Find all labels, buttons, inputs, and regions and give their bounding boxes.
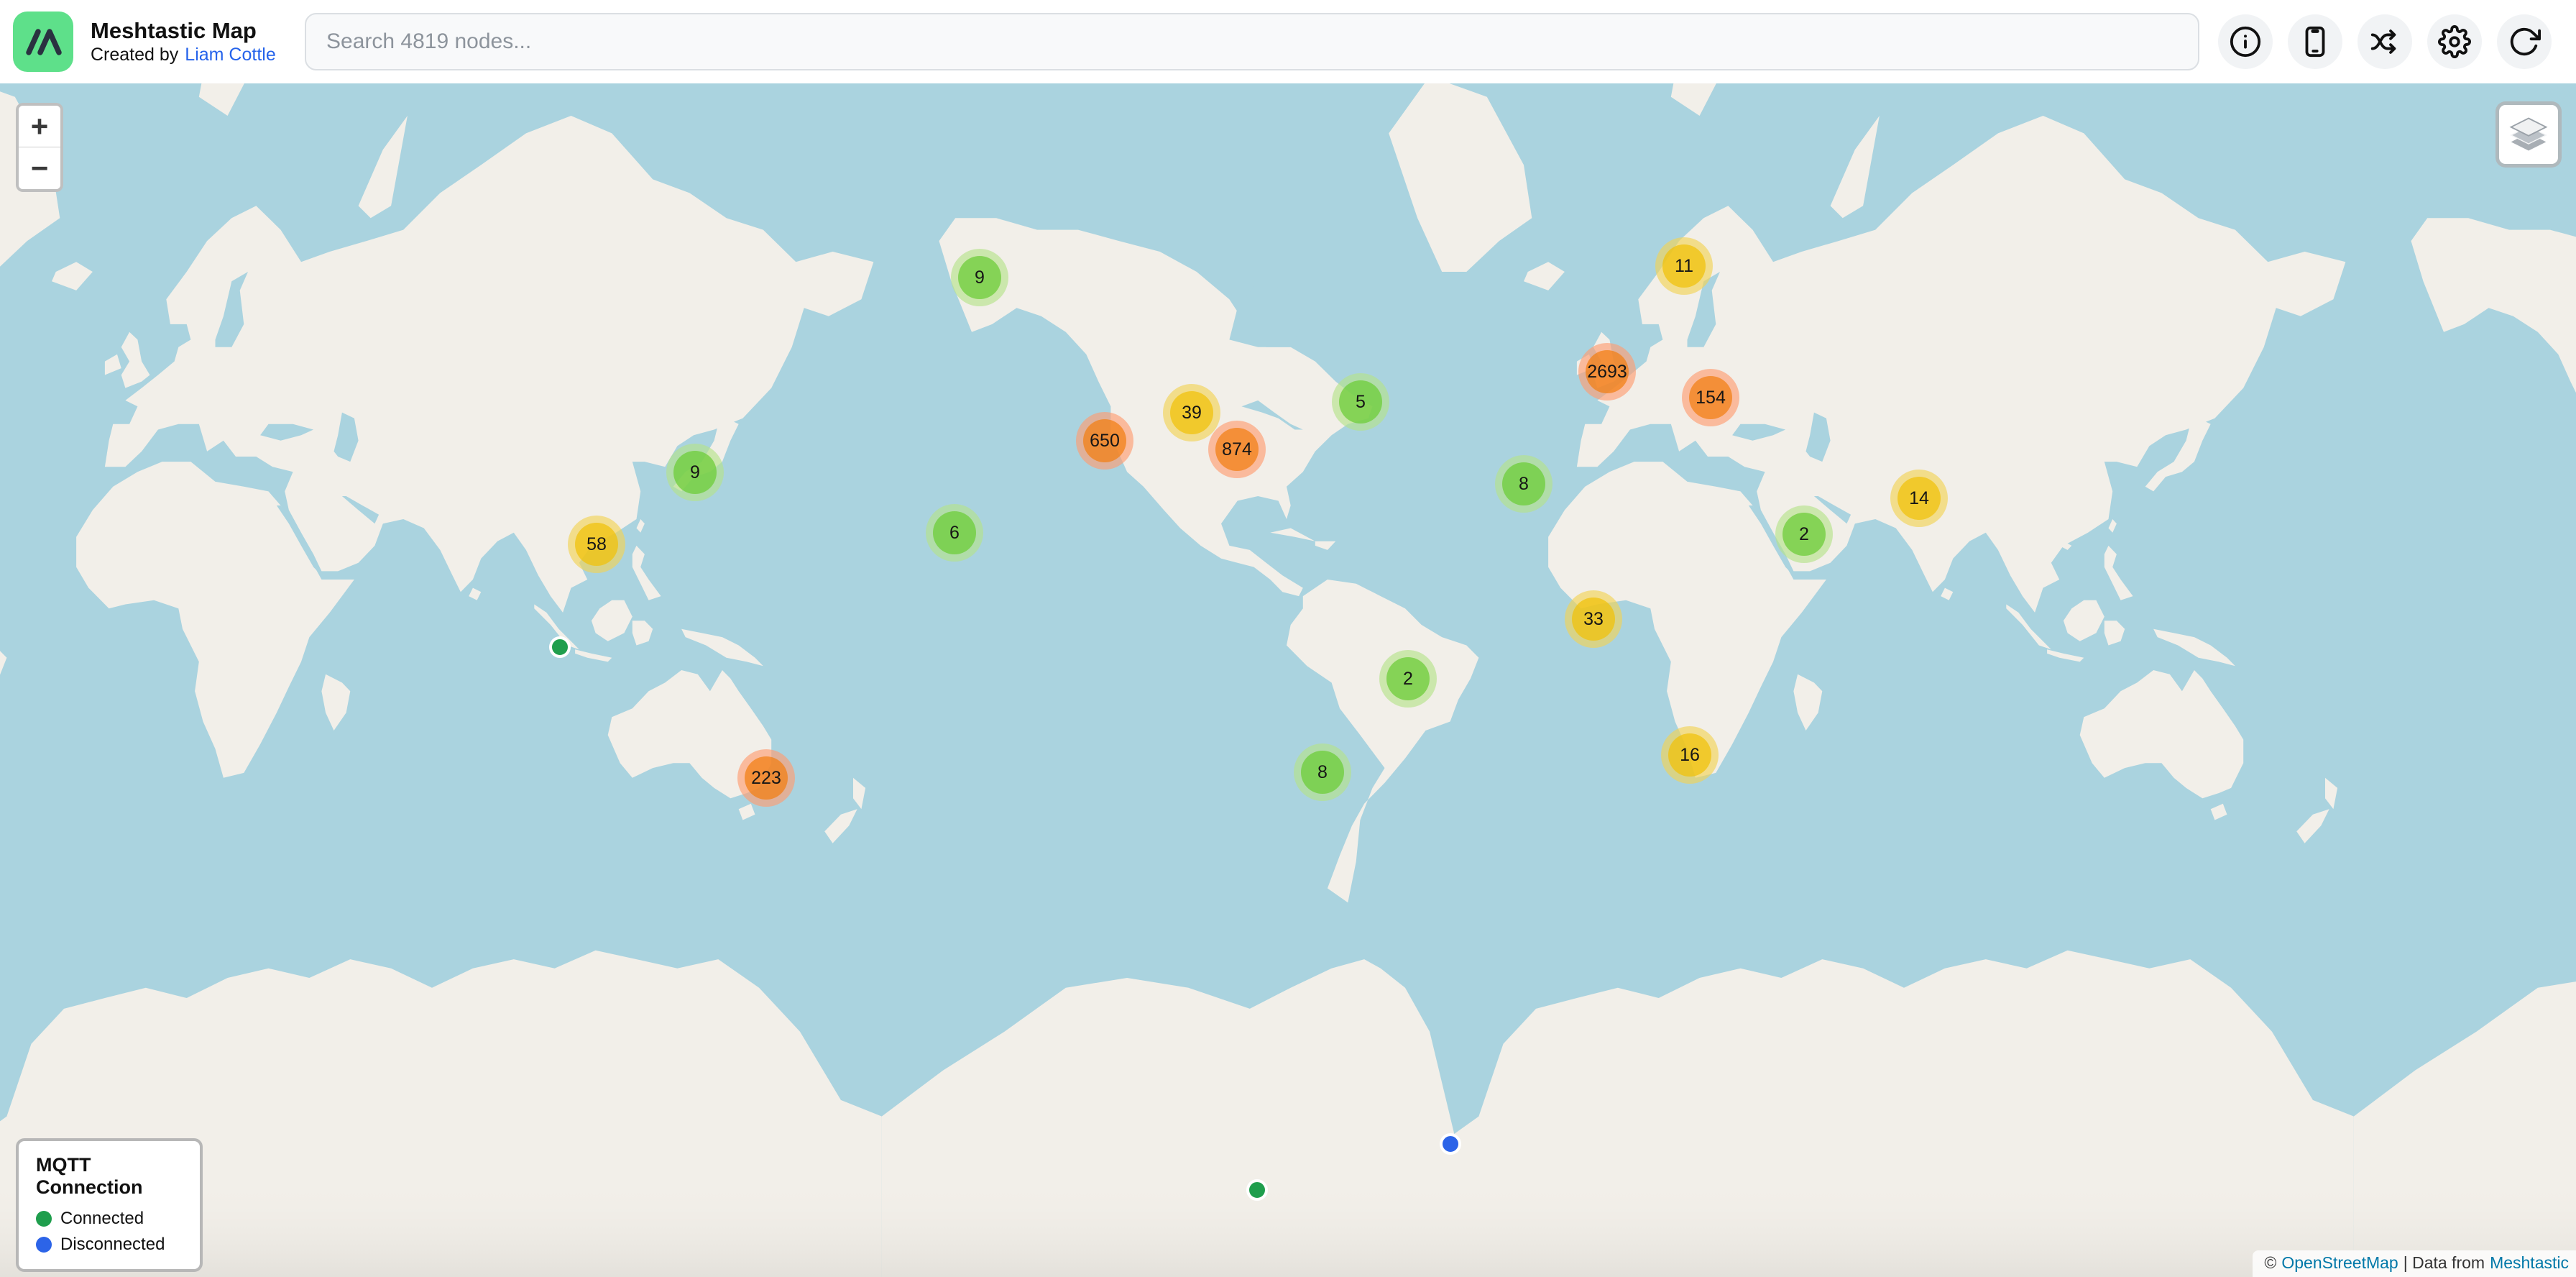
- cluster-count: 6: [949, 524, 960, 542]
- cluster-marker[interactable]: 2693: [1578, 343, 1636, 401]
- settings-button[interactable]: [2427, 14, 2482, 69]
- cluster-count: 223: [751, 769, 781, 787]
- cluster-marker[interactable]: 9: [666, 444, 724, 501]
- cluster-count: 16: [1680, 746, 1700, 764]
- cluster-marker[interactable]: 6: [926, 504, 983, 562]
- shuffle-button[interactable]: [2358, 14, 2412, 69]
- meshtastic-logo[interactable]: [13, 12, 73, 72]
- page-title: Meshtastic Map: [91, 18, 276, 44]
- cluster-inner: 6: [933, 511, 976, 554]
- disconnected-dot-icon: [36, 1237, 52, 1253]
- zoom-in-button[interactable]: +: [19, 106, 60, 147]
- device-button[interactable]: [2288, 14, 2342, 69]
- cluster-marker[interactable]: 14: [1890, 470, 1948, 527]
- cluster-marker[interactable]: 16: [1661, 726, 1719, 784]
- search-input[interactable]: [305, 13, 2199, 70]
- cluster-count: 39: [1182, 404, 1202, 422]
- cluster-inner: 5: [1339, 380, 1382, 424]
- cluster-marker[interactable]: 9: [951, 249, 1008, 306]
- cluster-marker[interactable]: 5: [1332, 373, 1389, 431]
- cluster-inner: 650: [1083, 419, 1126, 462]
- legend-label: Connected: [60, 1209, 144, 1229]
- attribution-middle: | Data from: [2404, 1253, 2485, 1273]
- cluster-count: 650: [1090, 432, 1120, 450]
- connected-dot-icon: [36, 1211, 52, 1227]
- cluster-marker[interactable]: 154: [1682, 369, 1739, 426]
- cluster-inner: 2: [1782, 513, 1826, 556]
- cluster-marker[interactable]: 58: [568, 516, 625, 573]
- node-marker-connected[interactable]: [1246, 1179, 1268, 1201]
- cluster-count: 33: [1583, 610, 1604, 628]
- copyright-symbol: ©: [2264, 1253, 2276, 1273]
- cluster-count: 874: [1222, 441, 1252, 459]
- node-marker-disconnected[interactable]: [1440, 1133, 1461, 1155]
- cluster-count: 58: [586, 536, 607, 554]
- gear-icon: [2438, 25, 2471, 58]
- cluster-count: 2: [1799, 526, 1809, 544]
- cluster-inner: 16: [1668, 733, 1711, 777]
- byline-prefix: Created by: [91, 45, 178, 65]
- cluster-inner: 58: [575, 523, 618, 566]
- legend-item-connected: Connected: [36, 1209, 190, 1229]
- cluster-inner: 9: [673, 451, 717, 494]
- zoom-out-button[interactable]: −: [19, 147, 60, 189]
- cluster-inner: 39: [1170, 391, 1213, 434]
- layers-control[interactable]: [2496, 101, 2562, 168]
- cluster-marker[interactable]: 8: [1495, 455, 1552, 513]
- node-marker-connected[interactable]: [549, 636, 571, 658]
- cluster-count: 154: [1696, 389, 1726, 407]
- mqtt-legend: MQTT Connection Connected Disconnected: [16, 1138, 203, 1272]
- meshtastic-logo-icon: [13, 12, 73, 72]
- legend-label: Disconnected: [60, 1235, 165, 1255]
- cluster-inner: 223: [745, 756, 788, 800]
- cluster-count: 2: [1403, 670, 1413, 688]
- marker-layer: 911269315439650874589658214332816223: [0, 0, 2576, 1277]
- map-attribution: © OpenStreetMap | Data from Meshtastic: [2253, 1250, 2576, 1277]
- cluster-count: 14: [1909, 490, 1929, 508]
- legend-title: MQTT Connection: [36, 1154, 190, 1199]
- cluster-marker[interactable]: 2: [1379, 650, 1437, 708]
- refresh-button[interactable]: [2497, 14, 2552, 69]
- info-button[interactable]: [2218, 14, 2273, 69]
- meshtastic-link[interactable]: Meshtastic: [2490, 1253, 2569, 1273]
- refresh-icon: [2508, 25, 2541, 58]
- zoom-control: + −: [16, 103, 63, 192]
- shuffle-icon: [2368, 25, 2401, 58]
- cluster-marker[interactable]: 223: [737, 749, 795, 807]
- cluster-inner: 8: [1301, 751, 1344, 794]
- cluster-inner: 8: [1502, 462, 1545, 505]
- author-link[interactable]: Liam Cottle: [185, 45, 275, 65]
- header: Meshtastic Map Created by Liam Cottle: [0, 0, 2576, 83]
- cluster-count: 11: [1675, 257, 1693, 275]
- cluster-inner: 9: [958, 256, 1001, 299]
- cluster-inner: 11: [1662, 244, 1706, 288]
- cluster-marker[interactable]: 650: [1076, 412, 1133, 470]
- cluster-count: 5: [1356, 393, 1366, 411]
- cluster-inner: 154: [1689, 376, 1732, 419]
- layers-icon: [2507, 115, 2550, 154]
- cluster-count: 8: [1317, 764, 1328, 782]
- byline: Created by Liam Cottle: [91, 45, 276, 65]
- cluster-marker[interactable]: 39: [1163, 384, 1220, 441]
- osm-link[interactable]: OpenStreetMap: [2281, 1253, 2398, 1273]
- cluster-count: 9: [975, 269, 985, 287]
- title-block: Meshtastic Map Created by Liam Cottle: [91, 18, 276, 65]
- cluster-inner: 14: [1898, 477, 1941, 520]
- cluster-marker[interactable]: 2: [1775, 505, 1833, 563]
- legend-item-disconnected: Disconnected: [36, 1235, 190, 1255]
- cluster-inner: 874: [1215, 428, 1259, 471]
- cluster-count: 8: [1519, 475, 1529, 493]
- cluster-inner: 33: [1572, 598, 1615, 641]
- cluster-marker[interactable]: 11: [1655, 237, 1713, 295]
- cluster-inner: 2: [1386, 657, 1430, 700]
- info-icon: [2229, 25, 2262, 58]
- cluster-inner: 2693: [1586, 350, 1629, 393]
- smartphone-icon: [2299, 25, 2332, 58]
- cluster-count: 2693: [1587, 363, 1627, 381]
- cluster-count: 9: [690, 464, 700, 482]
- cluster-marker[interactable]: 874: [1208, 421, 1266, 478]
- cluster-marker[interactable]: 8: [1294, 743, 1351, 801]
- cluster-marker[interactable]: 33: [1565, 590, 1622, 648]
